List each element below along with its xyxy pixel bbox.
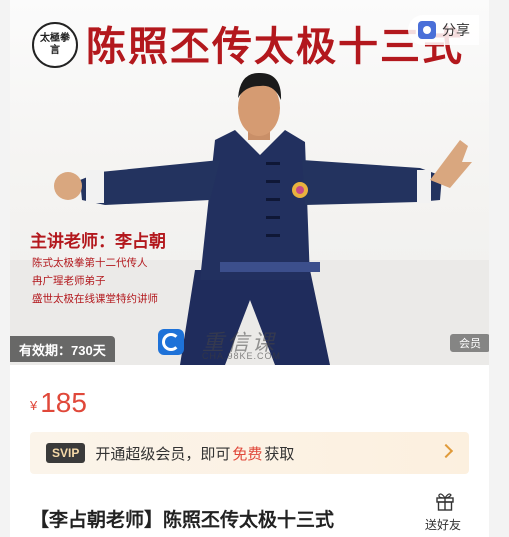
brand-seal-logo: 太極拳言 (32, 22, 78, 68)
price: ¥185 (30, 387, 87, 419)
price-value: 185 (40, 387, 87, 418)
currency-symbol: ¥ (30, 398, 38, 413)
brand-seal-text: 太極拳言 (40, 33, 70, 56)
teacher-bio-line: 陈式太极拳第十二代传人 (32, 257, 148, 269)
watermark-url: CHA.98KE.COM (202, 351, 282, 361)
gift-friend-button[interactable]: 送好友 (425, 516, 461, 533)
teacher-bio-line: 冉广瑆老师弟子 (32, 275, 106, 287)
cover-title: 陈照丕传太极十三式 (86, 23, 464, 70)
svip-text-after: 获取 (264, 445, 295, 463)
validity-badge: 有效期：730天 (10, 336, 115, 362)
share-button[interactable]: 分享 (408, 15, 479, 45)
svip-tag: SVIP (46, 443, 86, 463)
course-info-card: ¥185 SVIP 开通超级会员，即可 免费 获取 【李占朝老师】陈照丕传太极十… (10, 365, 489, 537)
course-cover-banner: 太極拳言 陈照丕传太极十三式 主讲老师：李占朝 陈式太极拳第十二代传人 冉广瑆老… (10, 0, 489, 365)
teacher-heading: 主讲老师：李占朝 (30, 232, 166, 251)
svip-promo-bar[interactable]: SVIP 开通超级会员，即可 免费 获取 (30, 432, 469, 474)
chevron-right-icon (438, 443, 454, 459)
course-title: 【李占朝老师】陈照丕传太极十三式 (30, 510, 335, 531)
share-label: 分享 (442, 22, 470, 38)
page-margin-right (489, 0, 509, 537)
share-icon (418, 21, 436, 39)
member-badge: 会员 (450, 334, 489, 352)
page-margin-left (0, 0, 10, 537)
gift-icon[interactable] (435, 491, 455, 511)
svip-text-before: 开通超级会员，即可 (95, 445, 231, 463)
svip-free-text: 免费 (232, 445, 263, 463)
watermark-logo-icon (158, 329, 184, 355)
teacher-bio-line: 盛世太极在线课堂特约讲师 (32, 293, 158, 305)
